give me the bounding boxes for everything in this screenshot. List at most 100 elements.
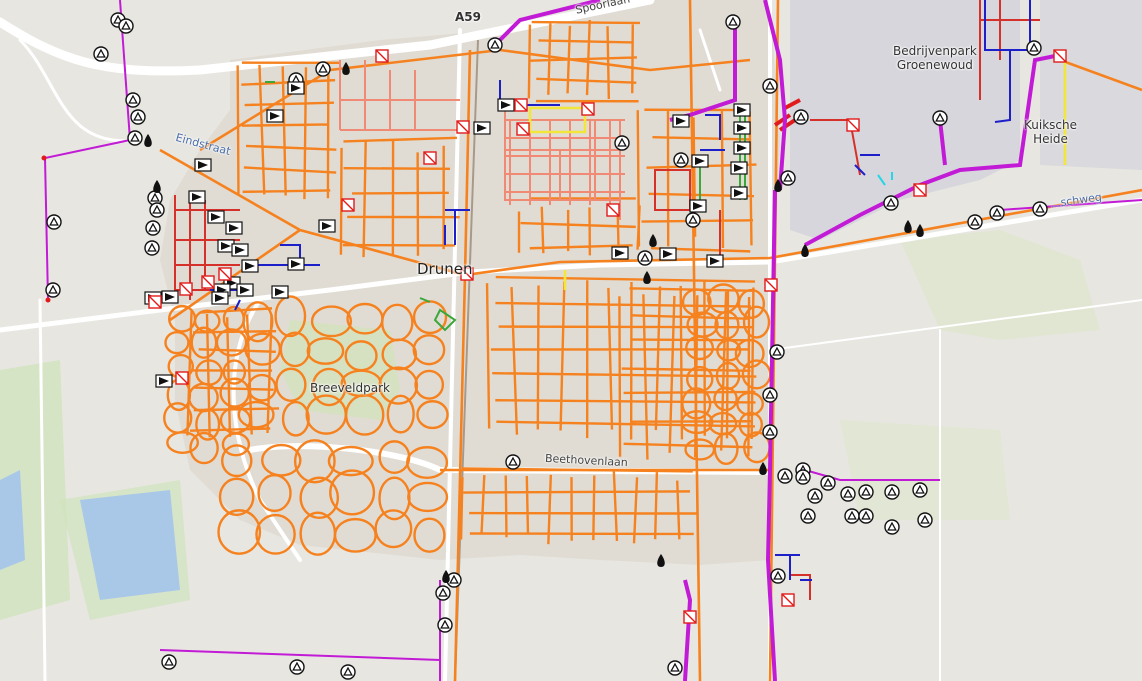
flag-marker-icon[interactable] — [188, 190, 206, 204]
blocked-square-icon[interactable] — [846, 118, 860, 132]
triangle-marker-icon[interactable] — [800, 508, 816, 524]
flag-marker-icon[interactable] — [194, 158, 212, 172]
blocked-square-icon[interactable] — [516, 122, 530, 136]
triangle-marker-icon[interactable] — [725, 14, 741, 30]
triangle-marker-icon[interactable] — [770, 568, 786, 584]
triangle-marker-icon[interactable] — [289, 659, 305, 675]
triangle-marker-icon[interactable] — [917, 512, 933, 528]
blocked-square-icon[interactable] — [179, 282, 193, 296]
blocked-square-icon[interactable] — [606, 203, 620, 217]
blocked-square-icon[interactable] — [913, 183, 927, 197]
triangle-marker-icon[interactable] — [46, 214, 62, 230]
triangle-marker-icon[interactable] — [437, 617, 453, 633]
triangle-marker-icon[interactable] — [315, 61, 331, 77]
triangle-marker-icon[interactable] — [161, 654, 177, 670]
triangle-marker-icon[interactable] — [840, 486, 856, 502]
flag-marker-icon[interactable] — [689, 199, 707, 213]
blocked-square-icon[interactable] — [764, 278, 778, 292]
blocked-square-icon[interactable] — [456, 120, 470, 134]
triangle-marker-icon[interactable] — [793, 109, 809, 125]
flag-marker-icon[interactable] — [473, 121, 491, 135]
triangle-marker-icon[interactable] — [340, 664, 356, 680]
triangle-marker-icon[interactable] — [685, 212, 701, 228]
flag-marker-icon[interactable] — [691, 154, 709, 168]
triangle-marker-icon[interactable] — [127, 130, 143, 146]
flag-marker-icon[interactable] — [241, 259, 259, 273]
blocked-square-icon[interactable] — [683, 610, 697, 624]
triangle-marker-icon[interactable] — [762, 78, 778, 94]
blocked-square-icon[interactable] — [218, 267, 232, 281]
blocked-square-icon[interactable] — [514, 98, 528, 112]
triangle-marker-icon[interactable] — [145, 220, 161, 236]
flag-marker-icon[interactable] — [287, 81, 305, 95]
triangle-marker-icon[interactable] — [932, 110, 948, 126]
triangle-marker-icon[interactable] — [637, 250, 653, 266]
triangle-marker-icon[interactable] — [144, 240, 160, 256]
triangle-marker-icon[interactable] — [807, 488, 823, 504]
triangle-marker-icon[interactable] — [762, 387, 778, 403]
triangle-marker-icon[interactable] — [967, 214, 983, 230]
flag-marker-icon[interactable] — [318, 219, 336, 233]
blocked-square-icon[interactable] — [581, 102, 595, 116]
blocked-square-icon[interactable] — [375, 49, 389, 63]
triangle-marker-icon[interactable] — [777, 468, 793, 484]
flag-marker-icon[interactable] — [266, 109, 284, 123]
triangle-marker-icon[interactable] — [614, 135, 630, 151]
area-label-line2: Heide — [1033, 132, 1068, 146]
flag-marker-icon[interactable] — [672, 114, 690, 128]
triangle-marker-icon[interactable] — [883, 195, 899, 211]
triangle-marker-icon[interactable] — [989, 205, 1005, 221]
flag-marker-icon[interactable] — [155, 374, 173, 388]
flag-marker-icon[interactable] — [733, 103, 751, 117]
triangle-marker-icon[interactable] — [505, 454, 521, 470]
triangle-marker-icon[interactable] — [487, 37, 503, 53]
flag-marker-icon[interactable] — [231, 243, 249, 257]
blocked-square-icon[interactable] — [148, 295, 162, 309]
triangle-marker-icon[interactable] — [884, 484, 900, 500]
blocked-square-icon[interactable] — [341, 198, 355, 212]
blocked-square-icon[interactable] — [781, 593, 795, 607]
triangle-marker-icon[interactable] — [673, 152, 689, 168]
flag-marker-icon[interactable] — [207, 210, 225, 224]
flag-marker-icon[interactable] — [225, 221, 243, 235]
triangle-marker-icon[interactable] — [435, 585, 451, 601]
triangle-marker-icon[interactable] — [667, 660, 683, 676]
flag-marker-icon[interactable] — [733, 121, 751, 135]
blocked-square-icon[interactable] — [175, 371, 189, 385]
triangle-marker-icon[interactable] — [125, 92, 141, 108]
triangle-marker-icon[interactable] — [118, 18, 134, 34]
flag-marker-icon[interactable] — [236, 283, 254, 297]
triangle-marker-icon[interactable] — [858, 508, 874, 524]
blocked-square-icon[interactable] — [423, 151, 437, 165]
triangle-marker-icon[interactable] — [130, 109, 146, 125]
flag-marker-icon[interactable] — [730, 161, 748, 175]
flag-marker-icon[interactable] — [287, 257, 305, 271]
triangle-marker-icon[interactable] — [858, 484, 874, 500]
triangle-marker-icon[interactable] — [844, 508, 860, 524]
triangle-marker-icon[interactable] — [780, 170, 796, 186]
triangle-marker-icon[interactable] — [93, 46, 109, 62]
triangle-marker-icon[interactable] — [149, 202, 165, 218]
triangle-marker-icon[interactable] — [795, 469, 811, 485]
triangle-marker-icon[interactable] — [912, 482, 928, 498]
park-label: Breeveldpark — [310, 381, 390, 395]
triangle-marker-icon[interactable] — [45, 282, 61, 298]
triangle-marker-icon[interactable] — [1026, 40, 1042, 56]
triangle-marker-icon[interactable] — [762, 424, 778, 440]
flag-marker-icon[interactable] — [730, 186, 748, 200]
flag-marker-icon[interactable] — [611, 246, 629, 260]
blocked-square-icon[interactable] — [201, 275, 215, 289]
triangle-marker-icon[interactable] — [884, 519, 900, 535]
flag-marker-icon[interactable] — [706, 254, 724, 268]
flag-marker-icon[interactable] — [211, 291, 229, 305]
blocked-square-icon[interactable] — [1053, 49, 1067, 63]
map-canvas[interactable]: A59 Spoorlaan Eindstraat Drunen Breeveld… — [0, 0, 1142, 681]
triangle-marker-icon[interactable] — [769, 344, 785, 360]
flag-marker-icon[interactable] — [659, 247, 677, 261]
flag-marker-icon[interactable] — [271, 285, 289, 299]
flag-marker-icon[interactable] — [733, 141, 751, 155]
flag-marker-icon[interactable] — [161, 290, 179, 304]
flag-marker-icon[interactable] — [497, 98, 515, 112]
triangle-marker-icon[interactable] — [820, 475, 836, 491]
triangle-marker-icon[interactable] — [1032, 201, 1048, 217]
